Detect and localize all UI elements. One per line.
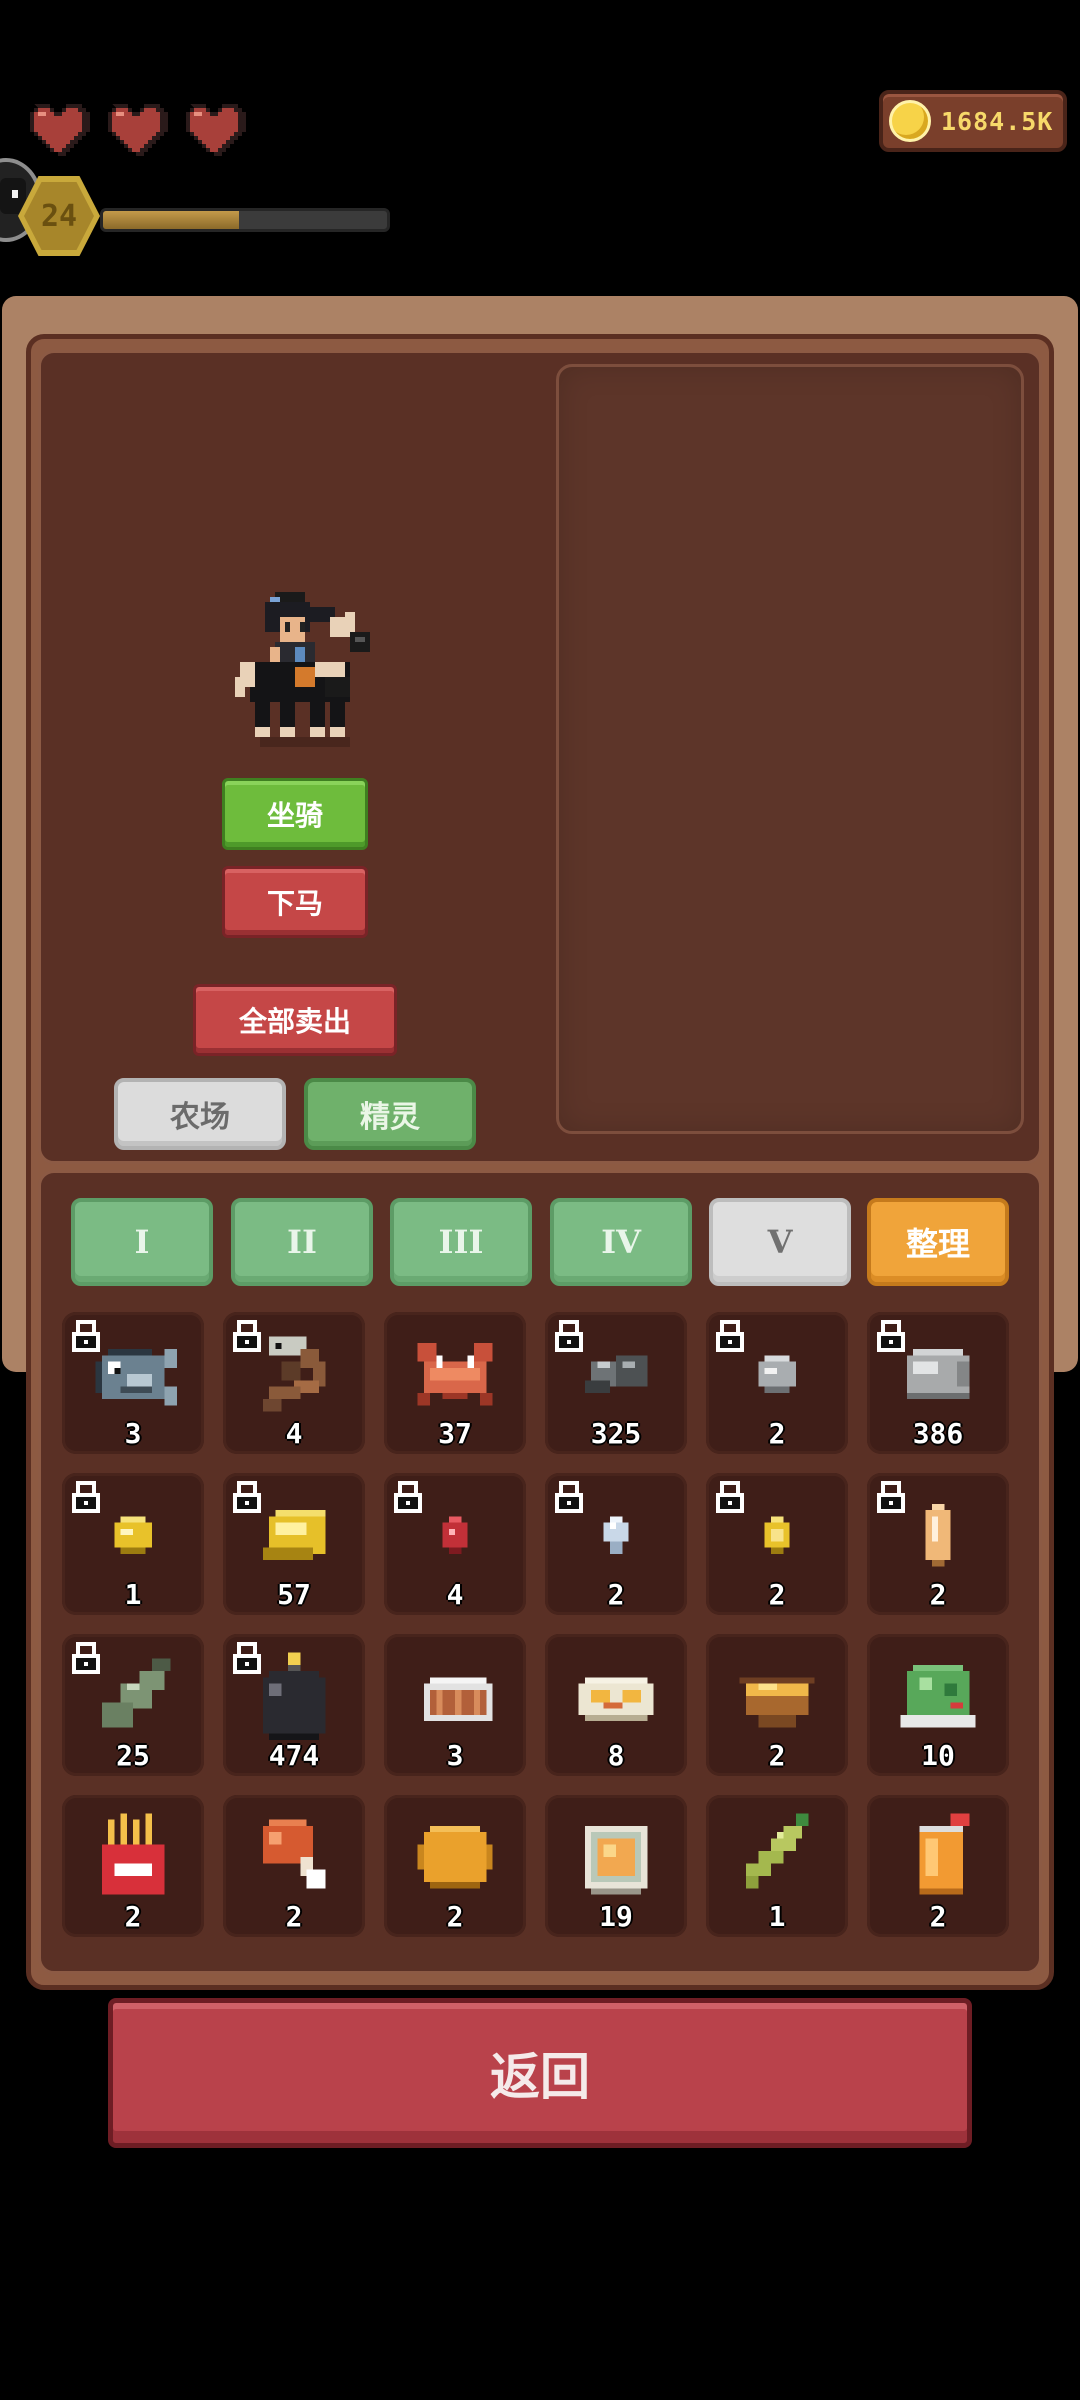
item-count: 325	[590, 1417, 642, 1450]
item-count: 4	[446, 1578, 464, 1611]
coin-counter: 1684.5K	[879, 90, 1067, 152]
heart-icon	[186, 104, 246, 156]
lock-icon	[72, 1642, 100, 1674]
item-detail-box	[556, 364, 1024, 1134]
inventory-slot[interactable]: 2	[706, 1312, 848, 1454]
inventory-slot[interactable]: 2	[545, 1473, 687, 1615]
soup-bowl-icon	[739, 1677, 815, 1728]
item-count: 2	[607, 1578, 625, 1611]
page-tab-4[interactable]: IV	[550, 1198, 692, 1286]
inventory-slot[interactable]: 474	[223, 1634, 365, 1776]
inventory-slot[interactable]: 1	[62, 1473, 204, 1615]
coin-amount: 1684.5K	[941, 106, 1054, 136]
sort-button[interactable]: 整理	[867, 1198, 1009, 1286]
rider-on-mount-icon	[235, 592, 370, 747]
salad-icon	[900, 1664, 976, 1728]
item-count: 3	[124, 1417, 142, 1450]
item-count: 2	[446, 1900, 464, 1933]
item-count: 57	[277, 1578, 311, 1611]
lock-icon	[716, 1320, 744, 1352]
heart-icon	[108, 104, 168, 156]
item-count: 37	[438, 1417, 472, 1450]
item-count: 4	[285, 1417, 303, 1450]
lock-icon	[877, 1481, 905, 1513]
lock-icon	[233, 1642, 261, 1674]
omelette-icon	[578, 1677, 654, 1721]
page-tab-2[interactable]: II	[231, 1198, 373, 1286]
drumstick-icon	[262, 1819, 326, 1889]
page-tab-5[interactable]: V	[709, 1198, 851, 1286]
page-tab-1[interactable]: I	[71, 1198, 213, 1286]
ramen-bowl-icon	[584, 1825, 648, 1895]
inventory-slot[interactable]: 4	[223, 1312, 365, 1454]
lock-icon	[233, 1320, 261, 1352]
juice-icon	[919, 1813, 970, 1895]
xp-bar-fill	[103, 211, 240, 229]
inventory-slot[interactable]: 2	[867, 1795, 1009, 1937]
item-count: 10	[921, 1739, 955, 1772]
inventory-slot[interactable]: 25	[62, 1634, 204, 1776]
mount-button[interactable]: 坐骑	[222, 778, 368, 850]
level-number: 24	[40, 198, 78, 234]
item-count: 2	[768, 1739, 786, 1772]
inventory-slot[interactable]: 1	[706, 1795, 848, 1937]
grapes-icon	[745, 1813, 809, 1889]
inventory-slot[interactable]: 325	[545, 1312, 687, 1454]
xp-bar	[100, 208, 390, 232]
lock-icon	[394, 1481, 422, 1513]
inventory-slot[interactable]: 57	[223, 1473, 365, 1615]
inventory-slot[interactable]: 3	[62, 1312, 204, 1454]
grilled-fish-icon	[423, 1677, 493, 1721]
item-count: 386	[912, 1417, 964, 1450]
inventory-slot[interactable]: 37	[384, 1312, 526, 1454]
lock-icon	[555, 1481, 583, 1513]
lock-icon	[555, 1320, 583, 1352]
item-count: 19	[599, 1900, 633, 1933]
item-count: 1	[124, 1578, 142, 1611]
inventory-grid: 3 4 37 325 2 386 1 57 4 2 2 2 25 474 3 8 2 10 2 2 2 19 1 2	[62, 1312, 1014, 1937]
fries-icon	[101, 1813, 165, 1895]
item-count: 2	[768, 1578, 786, 1611]
inventory-slot[interactable]: 8	[545, 1634, 687, 1776]
lock-icon	[72, 1320, 100, 1352]
crab-icon	[417, 1342, 493, 1406]
farm-tab[interactable]: 农场	[114, 1078, 286, 1150]
item-count: 2	[929, 1578, 947, 1611]
inventory-slot[interactable]: 2	[384, 1795, 526, 1937]
back-button[interactable]: 返回	[108, 1998, 972, 2148]
item-count: 474	[268, 1739, 320, 1772]
avatar-eye	[12, 190, 18, 198]
inventory-slot[interactable]: 2	[223, 1795, 365, 1937]
inventory-slot[interactable]: 386	[867, 1312, 1009, 1454]
heart-icon	[30, 104, 90, 156]
dismount-button[interactable]: 下马	[222, 866, 368, 938]
inventory-slot[interactable]: 2	[706, 1473, 848, 1615]
page-tab-3[interactable]: III	[390, 1198, 532, 1286]
spirit-tab[interactable]: 精灵	[304, 1078, 476, 1150]
lock-icon	[72, 1481, 100, 1513]
lock-icon	[233, 1481, 261, 1513]
item-count: 3	[446, 1739, 464, 1772]
inventory-slot[interactable]: 2	[867, 1473, 1009, 1615]
inventory-slot[interactable]: 2	[706, 1634, 848, 1776]
inventory-slot[interactable]: 19	[545, 1795, 687, 1937]
lock-icon	[716, 1481, 744, 1513]
inventory-slot[interactable]: 4	[384, 1473, 526, 1615]
pie-icon	[417, 1825, 493, 1889]
item-count: 8	[607, 1739, 625, 1772]
item-count: 2	[768, 1417, 786, 1450]
inventory-slot[interactable]: 10	[867, 1634, 1009, 1776]
inventory-slot[interactable]: 3	[384, 1634, 526, 1776]
lock-icon	[877, 1320, 905, 1352]
sell-all-button[interactable]: 全部卖出	[193, 984, 397, 1056]
item-count: 2	[285, 1900, 303, 1933]
inventory-slot[interactable]: 2	[62, 1795, 204, 1937]
health-hearts	[26, 104, 246, 160]
item-count: 1	[768, 1900, 786, 1933]
item-count: 25	[116, 1739, 150, 1772]
item-count: 2	[124, 1900, 142, 1933]
coin-icon	[889, 100, 931, 142]
item-count: 2	[929, 1900, 947, 1933]
